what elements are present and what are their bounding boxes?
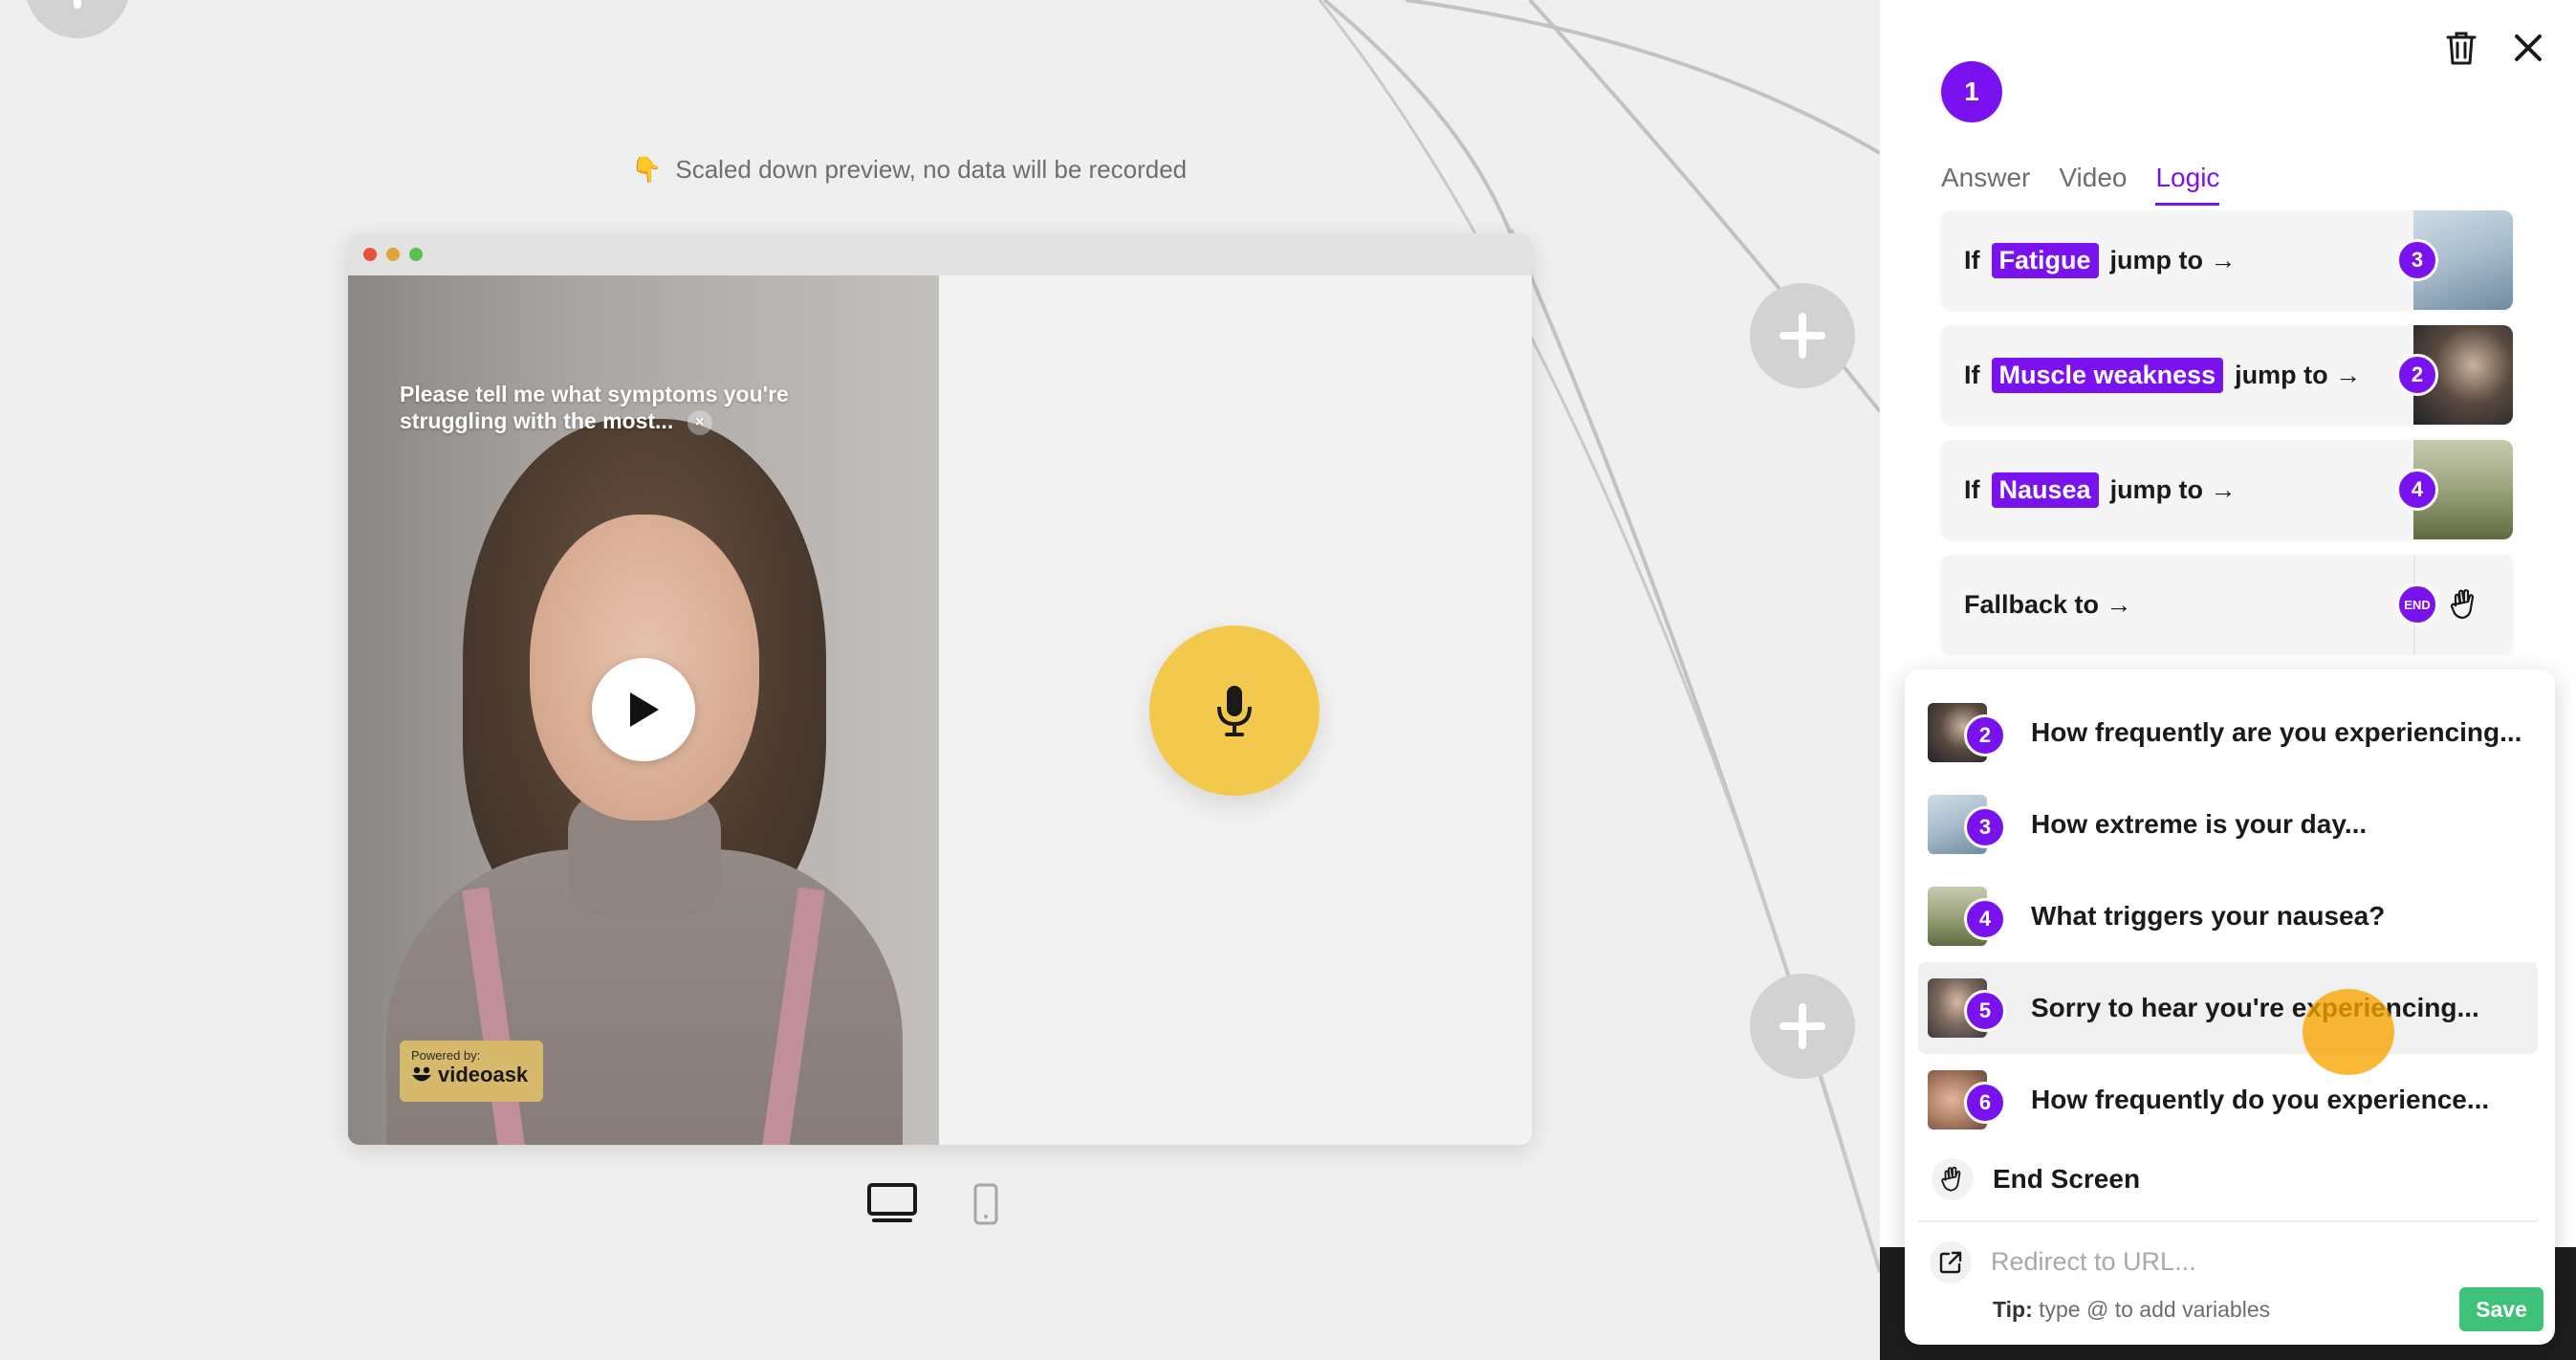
- dropdown-step-option[interactable]: 6 How frequently do you experience...: [1918, 1054, 2538, 1146]
- dropdown-step-option[interactable]: 5 Sorry to hear you're experiencing...: [1918, 962, 2538, 1054]
- step-number-badge: 2: [1964, 714, 2006, 757]
- tip-text: type @ to add variables: [2039, 1297, 2271, 1322]
- mobile-view-button[interactable]: [971, 1182, 1000, 1226]
- logic-rule-text: If Fatigue jump to →: [1964, 210, 2237, 310]
- flow-canvas[interactable]: 👇 Scaled down preview, no data will be r…: [0, 0, 1880, 1360]
- window-minimize-dot: [386, 248, 400, 261]
- logic-rule-suffix: jump to →: [2109, 474, 2237, 504]
- powered-by-badge[interactable]: Powered by: videoask: [400, 1041, 543, 1102]
- logic-condition-pill: Nausea: [1991, 472, 2099, 508]
- video-pane[interactable]: Please tell me what symptoms you're stru…: [348, 275, 939, 1145]
- window-maximize-dot: [409, 248, 423, 261]
- logic-rule-text: If Nausea jump to →: [1964, 440, 2237, 539]
- video-question-text: Please tell me what symptoms you're stru…: [400, 382, 789, 433]
- waving-hand-icon: [1941, 1166, 1961, 1192]
- step-thumbnail: 2: [1928, 703, 2006, 762]
- dropdown-divider: [1918, 1220, 2538, 1222]
- logic-rule-text: If Muscle weakness jump to →: [1964, 325, 2361, 425]
- logic-condition-pill: Muscle weakness: [1991, 357, 2224, 393]
- videoask-smile-icon: [412, 1066, 431, 1082]
- step-thumbnail: 5: [1928, 978, 2006, 1038]
- target-step-badge: 3: [2396, 239, 2438, 281]
- add-node-button[interactable]: [1750, 283, 1855, 388]
- powered-by-brand: videoask: [438, 1063, 529, 1086]
- step-number-badge: 5: [1964, 990, 2006, 1032]
- preview-note-text: Scaled down preview, no data will be rec…: [675, 155, 1188, 184]
- redirect-tip: Tip: type @ to add variables: [1993, 1297, 2270, 1323]
- tab-logic[interactable]: Logic: [2155, 163, 2220, 206]
- dropdown-option-label: What triggers your nausea?: [2031, 901, 2386, 931]
- close-icon: [2515, 34, 2542, 61]
- logic-rule-prefix: If: [1964, 245, 1980, 274]
- step-number-badge: 4: [1964, 898, 2006, 940]
- video-question: Please tell me what symptoms you're stru…: [400, 381, 840, 435]
- waving-hand-icon: [2450, 589, 2475, 620]
- logic-condition-pill: Fatigue: [1991, 242, 2099, 278]
- tab-answer[interactable]: Answer: [1941, 163, 2030, 206]
- dropdown-option-label: Sorry to hear you're experiencing...: [2031, 993, 2479, 1022]
- plus-icon: [1779, 1003, 1825, 1049]
- dropdown-end-screen-option[interactable]: End Screen: [1918, 1146, 2538, 1213]
- logic-rule-prefix: If: [1964, 360, 1980, 389]
- logic-rule-suffix: jump to →: [2109, 245, 2237, 274]
- plus-icon: [1779, 313, 1825, 359]
- trash-icon: [2446, 32, 2477, 65]
- dropdown-step-option[interactable]: 2 How frequently are you experiencing...: [1918, 687, 2538, 779]
- tab-video[interactable]: Video: [2059, 163, 2127, 206]
- play-button[interactable]: [592, 658, 695, 761]
- play-icon: [630, 692, 659, 727]
- redirect-url-input[interactable]: Redirect to URL...: [1991, 1247, 2196, 1277]
- target-step-badge: 4: [2396, 469, 2438, 511]
- logic-rule-row[interactable]: If Nausea jump to → 4: [1941, 440, 2513, 539]
- external-link-icon: [1939, 1251, 1962, 1274]
- record-audio-button[interactable]: [1149, 625, 1320, 796]
- pointing-down-hand-icon: 👇: [631, 155, 663, 184]
- add-node-button[interactable]: [1750, 974, 1855, 1079]
- desktop-view-button[interactable]: [866, 1182, 918, 1224]
- fallback-row[interactable]: Fallback to → END: [1941, 555, 2513, 654]
- logic-rule-row[interactable]: If Fatigue jump to → 3: [1941, 210, 2513, 310]
- fallback-target-badge: END: [2396, 583, 2438, 625]
- step-thumbnail: 6: [1928, 1070, 2006, 1130]
- redirect-link-icon-wrap: [1930, 1241, 1972, 1283]
- question-close-button[interactable]: ×: [687, 409, 712, 435]
- logic-rule-row[interactable]: If Muscle weakness jump to → 2: [1941, 325, 2513, 425]
- preview-note: 👇 Scaled down preview, no data will be r…: [631, 155, 1187, 185]
- step-number-badge: 1: [1941, 61, 2002, 122]
- mouse-cursor-indicator: [2303, 989, 2394, 1075]
- answer-pane: [939, 275, 1532, 1145]
- dropdown-step-option[interactable]: 3 How extreme is your day...: [1918, 779, 2538, 870]
- plus-icon: [74, 0, 81, 9]
- logic-rule-prefix: If: [1964, 474, 1980, 504]
- dropdown-option-label: How extreme is your day...: [2031, 809, 2368, 839]
- step-thumbnail: 4: [1928, 887, 2006, 946]
- powered-by-label: Powered by:: [411, 1048, 481, 1063]
- window-close-dot: [363, 248, 377, 261]
- step-number-badge: 3: [1964, 806, 2006, 848]
- close-panel-button[interactable]: [2509, 29, 2547, 67]
- end-screen-label: End Screen: [1993, 1164, 2141, 1194]
- save-redirect-button[interactable]: Save: [2459, 1287, 2543, 1331]
- fallback-text: Fallback to →: [1964, 589, 2132, 619]
- step-thumbnail: 3: [1928, 795, 2006, 854]
- dropdown-step-option[interactable]: 4 What triggers your nausea?: [1918, 870, 2538, 962]
- dropdown-option-label: How frequently are you experiencing...: [2031, 717, 2522, 747]
- videoask-logo: videoask: [411, 1063, 532, 1087]
- window-titlebar: [348, 233, 1532, 275]
- target-step-badge: 2: [2396, 354, 2438, 396]
- delete-step-button[interactable]: [2442, 29, 2480, 67]
- panel-tabs: Answer Video Logic: [1941, 163, 2220, 206]
- mobile-icon: [973, 1183, 998, 1225]
- dropdown-option-label: How frequently do you experience...: [2031, 1085, 2490, 1114]
- desktop-icon: [867, 1183, 917, 1222]
- end-screen-icon-wrap: [1932, 1158, 1974, 1200]
- preview-window: Please tell me what symptoms you're stru…: [348, 233, 1532, 1145]
- microphone-icon: [1217, 686, 1252, 736]
- logic-rule-suffix: jump to →: [2235, 360, 2362, 389]
- tip-label: Tip:: [1993, 1297, 2033, 1322]
- step-number-badge: 6: [1964, 1082, 2006, 1124]
- jump-target-dropdown: 2 How frequently are you experiencing...…: [1905, 669, 2555, 1345]
